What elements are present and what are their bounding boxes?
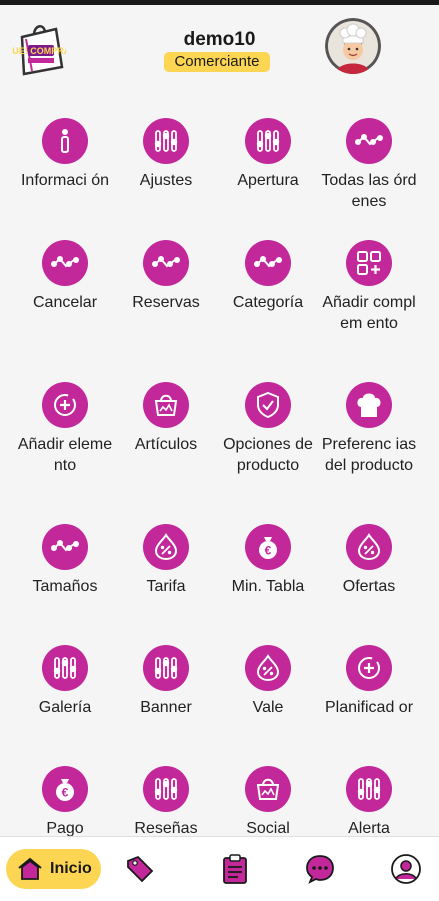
menu-item-label: Banner (140, 699, 192, 716)
bottom-nav: Inicio (0, 836, 439, 901)
sliders-icon (143, 118, 189, 164)
shopping-bag-icon (245, 766, 291, 812)
menu-item-label: Vale (252, 699, 284, 716)
route-icon (42, 524, 88, 570)
route-icon (346, 118, 392, 164)
menu-item[interactable]: Cancelar (17, 240, 113, 313)
sliders-icon (245, 118, 291, 164)
menu-item[interactable]: Añadir complem ento (321, 240, 417, 334)
nav-home-button[interactable]: Inicio (6, 849, 101, 889)
info-icon (42, 118, 88, 164)
menu-item[interactable]: Añadir elemento (17, 382, 113, 476)
menu-item-label: Apertura (237, 172, 299, 189)
menu-item-label: Informaci ón (20, 172, 110, 189)
chef-hat-icon (346, 382, 392, 428)
menu-item[interactable]: Vale (220, 645, 316, 718)
route-icon (143, 240, 189, 286)
tag-icon[interactable] (124, 853, 156, 885)
shopping-bag-icon (143, 382, 189, 428)
menu-item[interactable]: Reservas (118, 240, 214, 313)
clipboard-icon[interactable] (219, 853, 251, 885)
menu-item-label: Tarifa (146, 578, 186, 595)
menu-item-label: Todas las órdenes (321, 172, 417, 210)
menu-item-label: Añadir complem ento (322, 294, 416, 332)
nav-home-label: Inicio (50, 860, 92, 877)
menu-item[interactable]: Social (220, 766, 316, 836)
sliders-icon (346, 766, 392, 812)
sliders-icon (143, 645, 189, 691)
sliders-icon (143, 766, 189, 812)
menu-item[interactable]: Banner (118, 645, 214, 718)
menu-item-label: Reseñas (134, 820, 198, 836)
menu-item-label: Planificad or (324, 699, 414, 716)
menu-item-label: Ajustes (139, 172, 193, 189)
menu-item[interactable]: Planificad or (321, 645, 417, 718)
home-icon (18, 857, 42, 880)
menu-item-label: Reservas (132, 294, 200, 311)
menu-item-label: Cancelar (32, 294, 98, 311)
menu-item[interactable]: Informaci ón (17, 118, 113, 191)
add-circle-icon (346, 645, 392, 691)
money-bag-icon: € (245, 524, 291, 570)
menu-item[interactable]: Tarifa (118, 524, 214, 597)
svg-text:€: € (265, 544, 272, 558)
money-bag-icon: € (42, 766, 88, 812)
header: QUE! COMPRAR demo10 Comerciante (0, 5, 439, 90)
menu-item-label: Alerta (348, 820, 390, 836)
discount-drop-icon (346, 524, 392, 570)
menu-item[interactable]: Reseñas (118, 766, 214, 836)
svg-text:€: € (62, 786, 69, 800)
shield-check-icon (245, 382, 291, 428)
menu-item[interactable]: Tamaños (17, 524, 113, 597)
menu-item-label: Galería (38, 699, 92, 716)
sliders-icon (42, 645, 88, 691)
menu-item[interactable]: Ajustes (118, 118, 214, 191)
menu-item[interactable]: € Pago (17, 766, 113, 836)
menu-item[interactable]: Todas las órdenes (321, 118, 417, 212)
menu-item-label: Tamaños (32, 578, 98, 595)
route-icon (245, 240, 291, 286)
menu-item-label: Opciones de producto (223, 436, 313, 474)
discount-drop-icon (245, 645, 291, 691)
menu-item-label: Ofertas (342, 578, 396, 595)
menu-item[interactable]: Ofertas (321, 524, 417, 597)
route-icon (42, 240, 88, 286)
avatar[interactable] (325, 18, 381, 74)
menu-item[interactable]: Preferenc ias del producto (321, 382, 417, 476)
menu-item[interactable]: € Min. Tabla (220, 524, 316, 597)
discount-drop-icon (143, 524, 189, 570)
role-badge: Comerciante (164, 52, 270, 72)
add-widget-icon (346, 240, 392, 286)
menu-item[interactable]: Opciones de producto (220, 382, 316, 476)
menu-item-label: Pago (46, 820, 84, 836)
profile-icon[interactable] (390, 853, 422, 885)
menu-item[interactable]: Galería (17, 645, 113, 718)
menu-item-label: Preferenc ias del producto (321, 436, 417, 474)
menu-grid: Informaci ón Ajustes Apertura Todas las … (0, 90, 439, 836)
chef-avatar-icon (325, 18, 381, 74)
menu-item[interactable]: Categoría (220, 240, 316, 313)
menu-item-label: Categoría (232, 294, 304, 311)
menu-item[interactable]: Alerta (321, 766, 417, 836)
menu-item-label: Min. Tabla (231, 578, 305, 595)
menu-item-label: Añadir elemento (17, 436, 113, 474)
menu-item-label: Social (246, 820, 290, 836)
menu-item[interactable]: Apertura (220, 118, 316, 191)
menu-item[interactable]: Artículos (118, 382, 214, 455)
chat-icon[interactable] (304, 853, 336, 885)
add-circle-icon (42, 382, 88, 428)
menu-item-label: Artículos (134, 436, 198, 453)
